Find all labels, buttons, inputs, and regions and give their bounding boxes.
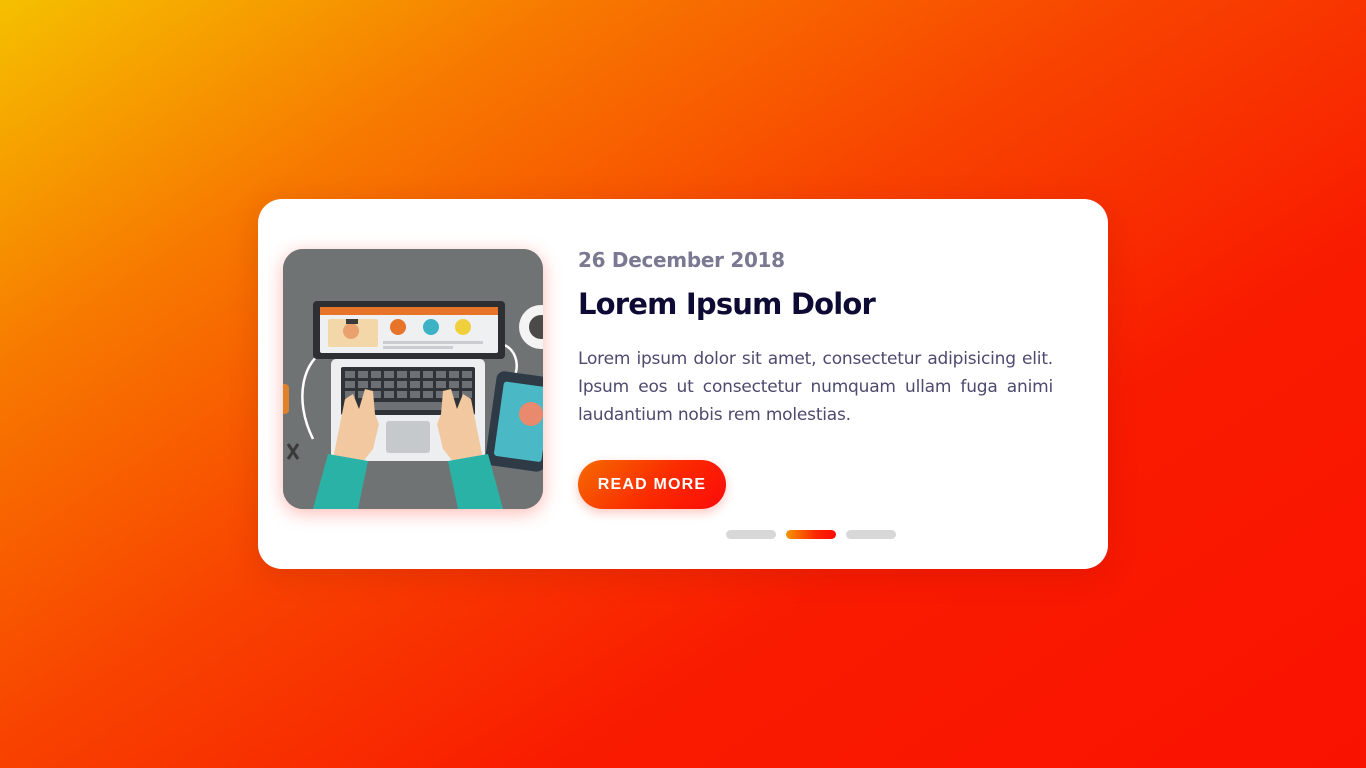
blog-slider-card: 26 December 2018 Lorem Ipsum Dolor Lorem… xyxy=(258,199,1108,569)
pagination-dot-3[interactable] xyxy=(846,530,896,539)
pagination-dot-2[interactable] xyxy=(786,530,836,539)
read-more-button[interactable]: READ MORE xyxy=(578,460,726,509)
laptop-illustration-icon xyxy=(283,249,543,509)
post-description: Lorem ipsum dolor sit amet, consectetur … xyxy=(578,349,1053,425)
pagination-dot-1[interactable] xyxy=(726,530,776,539)
post-image xyxy=(283,249,543,509)
post-date: 26 December 2018 xyxy=(578,248,785,272)
post-title: Lorem Ipsum Dolor xyxy=(578,287,876,321)
